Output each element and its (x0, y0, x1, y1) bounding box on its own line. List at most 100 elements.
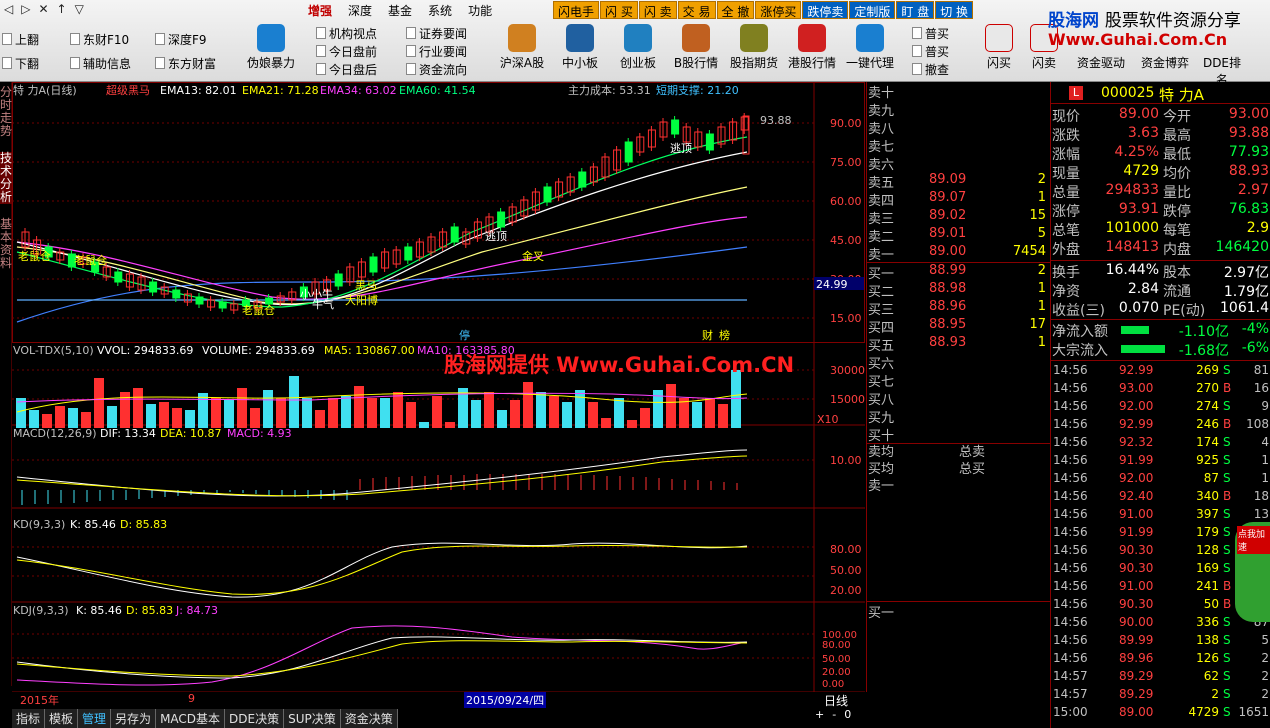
kline-chart[interactable]: 特 力A(日线) 超级黑马 EMA13: 82.01 EMA21: 71.28 … (12, 82, 865, 693)
buy-price[interactable]: 88.98 (929, 281, 966, 296)
up-button[interactable]: ↑ (53, 0, 71, 20)
tick-volume: 241 (1196, 579, 1219, 593)
flow-bar (1121, 345, 1165, 353)
candle-body (114, 271, 123, 283)
bottom-tab-5[interactable]: DDE决策 (225, 709, 285, 728)
bottom-tab-6[interactable]: SUP决策 (284, 709, 341, 728)
market-button-2[interactable]: 创业板 (609, 24, 667, 71)
bottom-tab-1[interactable]: 模板 (45, 709, 79, 728)
normal-buy-button-2[interactable]: 普买 (912, 42, 949, 60)
period-label[interactable]: 日线 (824, 692, 848, 709)
volume-bar (68, 408, 78, 428)
fund-flow-button[interactable]: 资金流向 (406, 60, 467, 78)
trade-button-1[interactable]: 闪 买 (600, 1, 638, 19)
zoom-out-button[interactable]: - (832, 708, 836, 721)
quote-row: 收益(三) 0.070 PE(动) 1061.4 (1051, 300, 1270, 319)
sell-price[interactable]: 89.02 (929, 208, 966, 223)
quote-row: 换手 16.44% 股本 2.97亿 (1051, 262, 1270, 281)
trade-button-6[interactable]: 跌停卖 (802, 1, 849, 19)
right-button-0[interactable]: 闪买 (980, 24, 1018, 88)
bottom-tab-4[interactable]: MACD基本 (156, 709, 226, 728)
sell-price[interactable]: 89.01 (929, 226, 966, 241)
bottom-tab-2[interactable]: 管理 (78, 709, 112, 728)
trade-button-4[interactable]: 全 撤 (716, 1, 755, 19)
menu-depth[interactable]: 深度 (340, 0, 380, 20)
volume-bar (29, 410, 39, 428)
stock-news-button[interactable]: 证券要闻 (406, 24, 467, 42)
buy-row: 买六 (867, 353, 1050, 372)
menu-system[interactable]: 系统 (420, 0, 460, 20)
tab-timeshare[interactable]: 分时走势 (0, 86, 12, 138)
market-button-0[interactable]: 沪深A股 (493, 24, 551, 71)
fake-violence-button[interactable]: 伪娘暴力 (243, 24, 299, 71)
normal-buy-button-1[interactable]: 普买 (912, 24, 949, 42)
buy-volume: 1 (1037, 281, 1046, 296)
tick-price: 90.00 (1119, 615, 1154, 629)
zoom-in-button[interactable]: + (815, 708, 824, 721)
tick-row: 14:56 92.40 340 B 18 (1051, 489, 1270, 507)
premarket-button[interactable]: 今日盘前 (316, 42, 377, 60)
menu-function[interactable]: 功能 (460, 0, 500, 20)
f10-button[interactable]: 东财F10 (70, 30, 131, 48)
market-button-4[interactable]: 股指期货 (725, 24, 783, 71)
cancel-query-button[interactable]: 撤查 (912, 60, 949, 78)
trade-button-0[interactable]: 闪电手 (553, 1, 600, 19)
total-sell-label: 总卖 (959, 445, 986, 460)
buy-price[interactable]: 88.96 (929, 299, 966, 314)
bottom-tab-3[interactable]: 另存为 (111, 709, 157, 728)
bottom-tab-0[interactable]: 指标 (12, 709, 46, 728)
market-button-5[interactable]: 港股行情 (783, 24, 841, 71)
sell-price[interactable]: 89.07 (929, 190, 966, 205)
kd-axis-label: 20.00 (830, 584, 862, 597)
market-button-1[interactable]: 中小板 (551, 24, 609, 71)
tick-volume: 50 (1203, 597, 1219, 611)
quote-value: 1061.4 (1220, 300, 1269, 316)
aux-info-button[interactable]: 辅助信息 (70, 54, 131, 72)
tab-technical[interactable]: 技术分析 (0, 152, 12, 204)
market-button-6[interactable]: 一键代理 (841, 24, 899, 71)
trade-button-5[interactable]: 涨停买 (755, 1, 802, 19)
bottom-tab-7[interactable]: 资金决策 (340, 709, 398, 728)
close-button[interactable]: ✕ (34, 0, 52, 20)
ad-widget[interactable]: 点我加速 (1235, 522, 1270, 622)
trade-button-9[interactable]: 切 换 (935, 1, 974, 19)
buy-price[interactable]: 88.99 (929, 263, 966, 278)
market-button-3[interactable]: B股行情 (667, 24, 725, 71)
buy-price[interactable]: 88.95 (929, 317, 966, 332)
trade-button-3[interactable]: 交 易 (677, 1, 716, 19)
page-up-button[interactable]: 上翻 (2, 30, 39, 48)
trade-button-7[interactable]: 定制版 (849, 1, 896, 19)
level-badge: L (1069, 86, 1083, 100)
tick-volume: 269 (1196, 363, 1219, 377)
buy-level-label: 买四 (868, 321, 895, 336)
buy-row: 买七 (867, 371, 1050, 390)
tick-time: 14:56 (1053, 525, 1088, 539)
candle-body (624, 141, 633, 163)
inst-view-button[interactable]: 机构视点 (316, 24, 377, 42)
menu-enhance[interactable]: 增强 (300, 0, 340, 20)
tick-time: 14:56 (1053, 435, 1088, 449)
trade-button-8[interactable]: 盯 盘 (896, 1, 935, 19)
reset-button[interactable]: 0 (844, 708, 851, 721)
flow-percent: -4% (1241, 321, 1269, 337)
sell-price[interactable]: 89.09 (929, 172, 966, 187)
back-button[interactable]: ◁ (0, 0, 17, 20)
volume-bar (406, 402, 416, 428)
page-down-button[interactable]: 下翻 (2, 54, 39, 72)
tab-fundamental[interactable]: 基本资料 (0, 218, 12, 270)
buy-price[interactable]: 88.93 (929, 335, 966, 350)
quote-label: 最低 (1163, 147, 1191, 163)
f9-button[interactable]: 深度F9 (155, 30, 216, 48)
trade-button-2[interactable]: 闪 卖 (638, 1, 677, 19)
menu-fund[interactable]: 基金 (380, 0, 420, 20)
kd-k-line (16, 542, 748, 598)
postmarket-button[interactable]: 今日盘后 (316, 60, 377, 78)
industry-news-button[interactable]: 行业要闻 (406, 42, 467, 60)
sell-price[interactable]: 89.00 (929, 244, 966, 259)
forward-button[interactable]: ▷ (17, 0, 34, 20)
buy1-detail-label: 买一 (868, 606, 895, 621)
menu-button[interactable]: ▽ (71, 0, 88, 20)
doc-icon (316, 27, 326, 39)
eastmoney-button[interactable]: 东方财富 (155, 54, 216, 72)
annotation-bull: 牛气 (312, 297, 334, 311)
